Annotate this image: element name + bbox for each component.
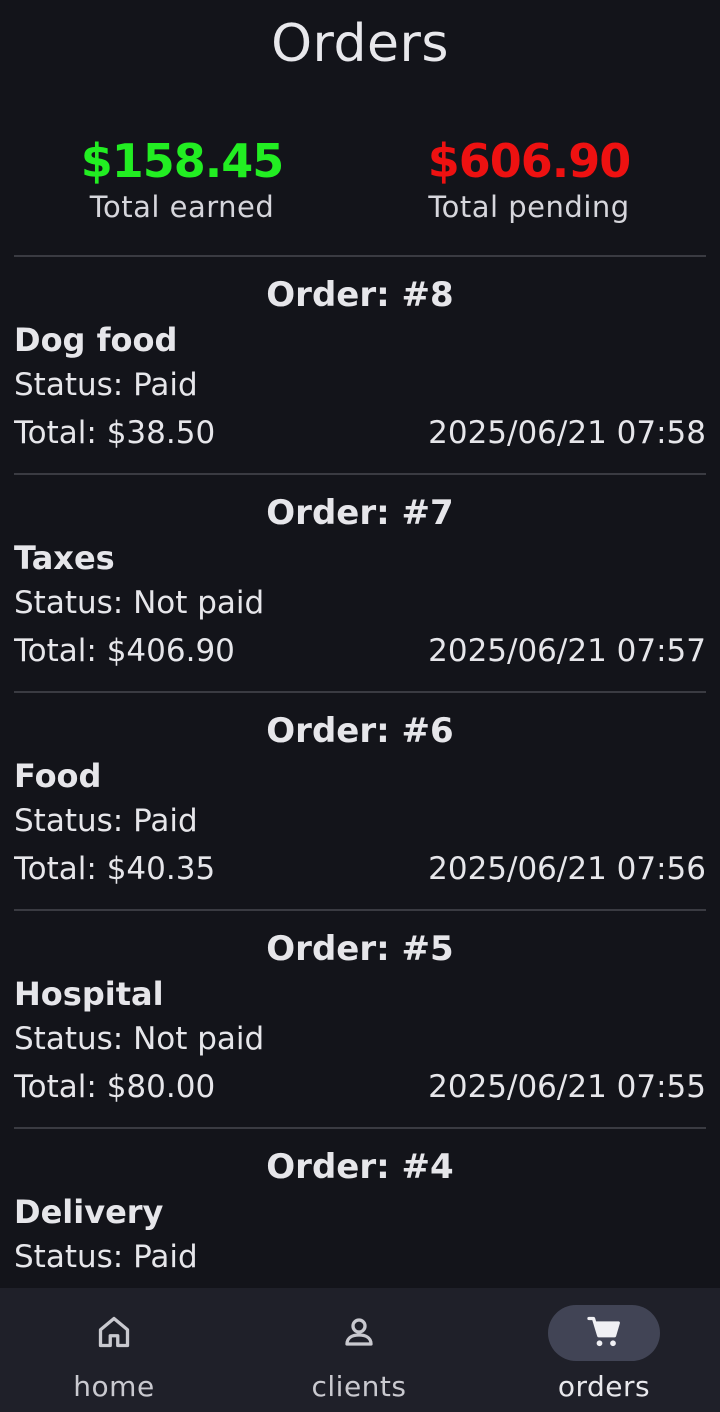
nav-label-clients: clients [311,1370,407,1403]
order-name: Dog food [14,321,178,359]
order-card[interactable]: Order: #7 Taxes Status: Not paid Total: … [14,475,706,693]
nav-item-clients[interactable]: clients [239,1288,479,1412]
total-pending-label: Total pending [428,190,630,224]
order-number: Order: #7 [266,493,454,533]
order-total: Total: $38.50 [14,415,216,451]
cart-icon [587,1316,620,1347]
order-number: Order: #6 [266,711,454,751]
nav-item-orders[interactable]: orders [484,1288,720,1412]
order-total: Total: $406.90 [14,633,235,669]
order-status: Status: Not paid [14,585,265,621]
orders-list[interactable]: Order: #8 Dog food Status: Paid Total: $… [14,257,706,1287]
bottom-navigation: home clients orders [0,1288,720,1412]
person-icon [345,1318,373,1346]
order-name: Taxes [14,539,115,577]
nav-item-home[interactable]: home [0,1288,234,1412]
order-status: Status: Paid [14,367,198,403]
order-total: Total: $80.00 [14,1069,216,1105]
order-name: Delivery [14,1193,164,1231]
order-name: Hospital [14,975,164,1013]
home-icon [98,1316,130,1348]
summary: $158.45 Total earned $606.90 Total pendi… [0,132,720,232]
order-card[interactable]: Order: #5 Hospital Status: Not paid Tota… [14,911,706,1129]
total-earned-label: Total earned [89,190,275,224]
nav-label-home: home [73,1370,155,1403]
page-title: Orders [271,14,449,74]
order-date: 2025/06/21 07:56 [428,851,706,887]
order-number: Order: #5 [266,929,454,969]
order-status: Status: Paid [14,1239,198,1275]
order-card[interactable]: Order: #8 Dog food Status: Paid Total: $… [14,257,706,475]
order-number: Order: #8 [266,275,454,315]
nav-label-orders: orders [557,1370,651,1403]
order-status: Status: Not paid [14,1021,265,1057]
order-number: Order: #4 [266,1147,454,1187]
order-date: 2025/06/21 07:58 [428,415,706,451]
order-card[interactable]: Order: #6 Food Status: Paid Total: $40.3… [14,693,706,911]
order-total: Total: $40.35 [14,851,216,887]
total-pending: $606.90 Total pending [379,132,679,224]
total-pending-amount: $606.90 [427,134,632,188]
order-card[interactable]: Order: #4 Delivery Status: Paid [14,1129,706,1287]
total-earned-amount: $158.45 [80,134,285,188]
order-status: Status: Paid [14,803,198,839]
order-name: Food [14,757,102,795]
order-date: 2025/06/21 07:55 [428,1069,706,1105]
order-date: 2025/06/21 07:57 [428,633,706,669]
total-earned: $158.45 Total earned [32,132,332,224]
